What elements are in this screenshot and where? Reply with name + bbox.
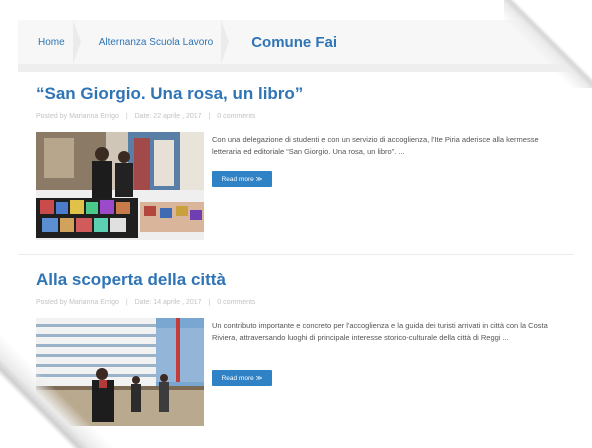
meta-separator: | (125, 113, 128, 120)
post-item: “San Giorgio. Una rosa, un libro” Posted… (36, 84, 556, 120)
breadcrumb-home-label[interactable]: Home (38, 37, 65, 48)
post-excerpt: Con una delegazione di studenti e con un… (212, 135, 539, 156)
meta-separator: | (208, 113, 211, 120)
post-thumbnail[interactable] (36, 132, 204, 240)
page: Home Alternanza Scuola Lavoro Comune Fai… (0, 0, 592, 448)
read-more-label[interactable]: Read more ≫ (222, 175, 263, 183)
page-title: Comune Fai (251, 33, 338, 51)
post-excerpt: Un contributo importante e concreto per … (212, 321, 548, 342)
post-comments[interactable]: 0 comments (217, 113, 255, 120)
post-date: Date: 14 aprile , 2017 (134, 299, 202, 306)
page-stripe (18, 64, 574, 72)
breadcrumb-home[interactable]: Home (18, 20, 81, 64)
book-fair-photo[interactable] (36, 132, 204, 240)
breadcrumb: Home Alternanza Scuola Lavoro Comune Fai (18, 20, 574, 65)
meta-separator: | (125, 299, 128, 306)
breadcrumb-current: Comune Fai (229, 20, 353, 64)
read-more-button[interactable]: Read more ≫ (212, 370, 272, 386)
post-meta: Posted by Marianna Errigo | Date: 14 apr… (36, 299, 556, 306)
meta-separator: | (208, 299, 211, 306)
post-date: Date: 22 aprile , 2017 (134, 113, 202, 120)
read-more-label[interactable]: Read more ≫ (222, 374, 263, 382)
post-title[interactable]: Alla scoperta della città (36, 270, 556, 290)
post-comments[interactable]: 0 comments (217, 299, 255, 306)
page-curl-bottom-left (0, 328, 120, 448)
breadcrumb-parent-label[interactable]: Alternanza Scuola Lavoro (99, 37, 214, 48)
post-divider (18, 254, 574, 255)
post-item: Alla scoperta della città Posted by Mari… (36, 270, 556, 306)
post-meta: Posted by Marianna Errigo | Date: 22 apr… (36, 113, 556, 120)
post-author[interactable]: Posted by Marianna Errigo (36, 113, 119, 120)
breadcrumb-parent[interactable]: Alternanza Scuola Lavoro (81, 20, 230, 64)
post-author[interactable]: Posted by Marianna Errigo (36, 299, 119, 306)
read-more-button[interactable]: Read more ≫ (212, 171, 272, 187)
post-title[interactable]: “San Giorgio. Una rosa, un libro” (36, 84, 556, 104)
page-curl-top-right (504, 0, 592, 88)
